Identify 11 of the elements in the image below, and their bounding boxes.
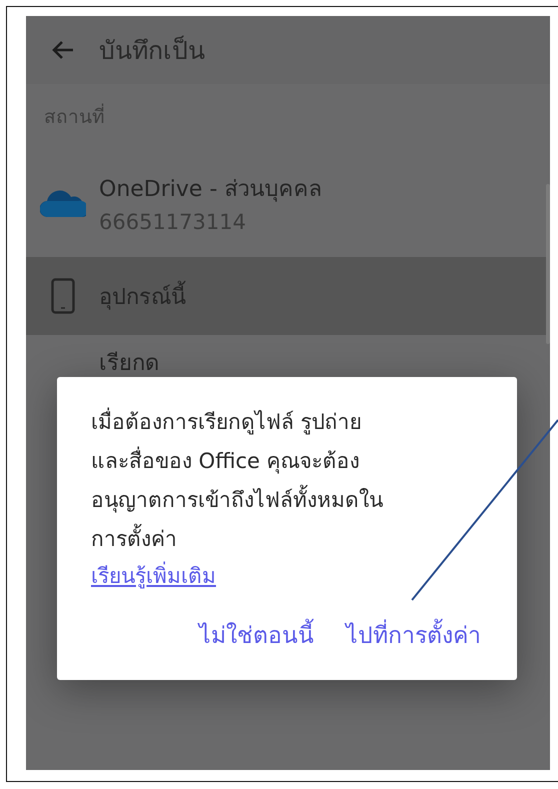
dialog-message: เมื่อต้องการเรียกดูไฟล์ รูปถ่าย และสื่อของ Office คุณจะต้อง อนุญาตการเข้าถึงไฟล์ทั้งหมดใน การตั้งค่า [91, 403, 491, 559]
screen-title: บันทึกเป็น [99, 34, 205, 67]
dialog-button[interactable]: ไปที่การตั้งค่า [346, 613, 481, 657]
scrollbar[interactable] [546, 184, 550, 344]
back-arrow-icon[interactable] [52, 40, 74, 60]
phone-icon [50, 278, 74, 314]
dialog-button[interactable]: ไม่ใช่ตอนนี้ [199, 613, 314, 657]
learn-more-link[interactable]: เรียนรู้เพิ่มเติม [91, 559, 216, 593]
cloud-icon [40, 188, 86, 216]
location-title: เรียกด [99, 350, 159, 378]
location-title: OneDrive - ส่วนบุคคล [99, 176, 322, 204]
